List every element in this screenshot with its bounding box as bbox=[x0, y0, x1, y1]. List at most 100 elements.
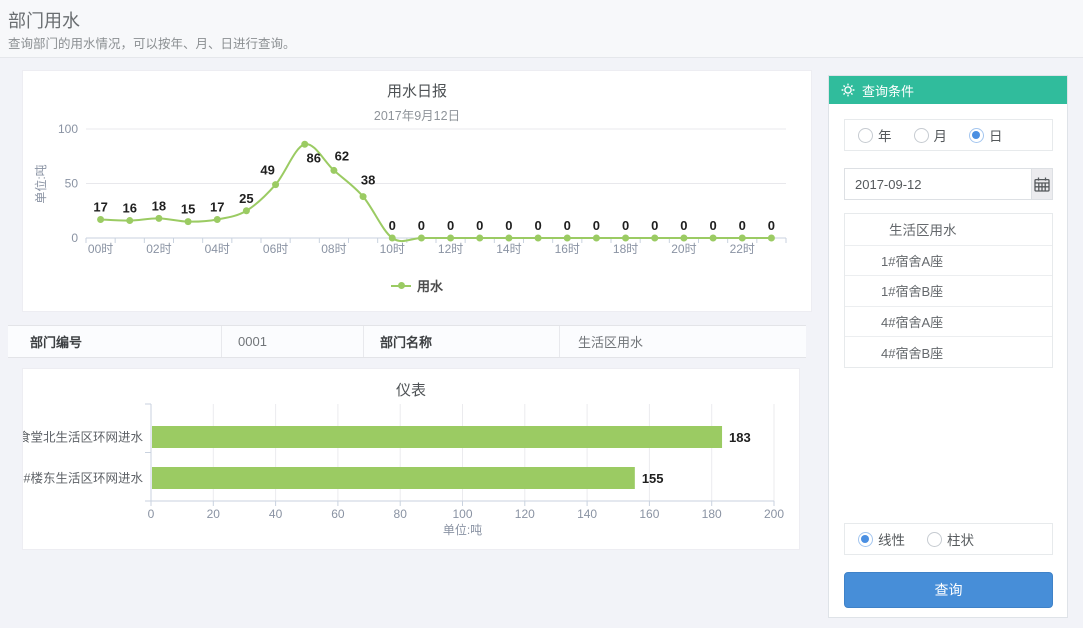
svg-text:12时: 12时 bbox=[438, 242, 463, 256]
svg-text:02时: 02时 bbox=[146, 242, 171, 256]
radio-year-label: 年 bbox=[878, 125, 892, 145]
svg-text:62: 62 bbox=[335, 148, 349, 163]
svg-text:0: 0 bbox=[651, 218, 658, 233]
tree-item-living-area[interactable]: 生活区用水 bbox=[845, 214, 1052, 245]
radio-year-circle[interactable] bbox=[858, 128, 873, 143]
svg-text:25: 25 bbox=[239, 191, 253, 206]
svg-text:食堂北生活区环网进水: 食堂北生活区环网进水 bbox=[23, 430, 143, 445]
svg-text:60: 60 bbox=[331, 507, 345, 521]
svg-text:0: 0 bbox=[680, 218, 687, 233]
radio-year[interactable]: 年 bbox=[858, 125, 892, 145]
tree-item-dorm-1b[interactable]: 1#宿舍B座 bbox=[845, 275, 1052, 306]
svg-text:38: 38 bbox=[361, 173, 375, 188]
radio-day[interactable]: 日 bbox=[969, 125, 1003, 145]
tree-item-dorm-1a[interactable]: 1#宿舍A座 bbox=[845, 245, 1052, 276]
date-input[interactable] bbox=[844, 168, 1031, 200]
svg-text:20: 20 bbox=[207, 507, 221, 521]
radio-linear-circle[interactable] bbox=[858, 532, 873, 547]
radio-day-circle[interactable] bbox=[969, 128, 984, 143]
svg-text:14时: 14时 bbox=[496, 242, 521, 256]
svg-text:18时: 18时 bbox=[613, 242, 638, 256]
svg-text:18: 18 bbox=[152, 198, 166, 213]
svg-text:15: 15 bbox=[181, 202, 195, 217]
radio-linear-label: 线性 bbox=[878, 529, 905, 549]
legend-line-marker bbox=[391, 285, 411, 287]
svg-text:20时: 20时 bbox=[671, 242, 696, 256]
svg-text:单位:吨: 单位:吨 bbox=[33, 164, 48, 203]
line-chart-title: 用水日报 bbox=[23, 80, 811, 101]
svg-text:155: 155 bbox=[642, 471, 664, 486]
page-header: 部门用水 查询部门的用水情况，可以按年、月、日进行查询。 bbox=[0, 0, 1083, 58]
svg-text:06时: 06时 bbox=[263, 242, 288, 256]
svg-text:00时: 00时 bbox=[88, 242, 113, 256]
radio-month-circle[interactable] bbox=[914, 128, 929, 143]
svg-text:0: 0 bbox=[768, 218, 775, 233]
svg-text:140: 140 bbox=[577, 507, 597, 521]
dept-name-value: 生活区用水 bbox=[560, 326, 806, 357]
department-info-table: 部门编号 0001 部门名称 生活区用水 bbox=[8, 325, 806, 358]
calendar-button[interactable] bbox=[1031, 168, 1053, 200]
svg-text:0: 0 bbox=[564, 218, 571, 233]
svg-text:0: 0 bbox=[476, 218, 483, 233]
svg-text:40: 40 bbox=[269, 507, 283, 521]
line-chart-legend[interactable]: 用水 bbox=[23, 276, 811, 295]
svg-text:22时: 22时 bbox=[730, 242, 755, 256]
svg-text:0: 0 bbox=[505, 218, 512, 233]
tree-item-dorm-4b[interactable]: 4#宿舍B座 bbox=[845, 336, 1052, 367]
radio-month-label: 月 bbox=[934, 125, 948, 145]
legend-series-label: 用水 bbox=[417, 276, 443, 295]
daily-usage-line-chart[interactable]: 0 50 100 00时 02时 04时 06时 08时 10时 12时 14时 16时 18时 20时 2… bbox=[23, 119, 813, 269]
date-picker-group bbox=[844, 168, 1053, 200]
svg-text:80: 80 bbox=[394, 507, 408, 521]
svg-text:0: 0 bbox=[593, 218, 600, 233]
radio-day-label: 日 bbox=[989, 125, 1003, 145]
svg-text:180: 180 bbox=[702, 507, 722, 521]
calendar-icon bbox=[1034, 177, 1050, 192]
page-subtitle: 查询部门的用水情况，可以按年、月、日进行查询。 bbox=[8, 33, 296, 52]
query-button[interactable]: 查询 bbox=[844, 572, 1053, 608]
tree-item-dorm-4a[interactable]: 4#宿舍A座 bbox=[845, 306, 1052, 337]
sidebar-header: 查询条件 bbox=[829, 76, 1067, 104]
radio-bar-label: 柱状 bbox=[947, 529, 974, 549]
svg-text:10时: 10时 bbox=[380, 242, 405, 256]
svg-text:49: 49 bbox=[260, 163, 274, 178]
svg-text:0: 0 bbox=[389, 218, 396, 233]
radio-month[interactable]: 月 bbox=[914, 125, 948, 145]
radio-bar-circle[interactable] bbox=[927, 532, 942, 547]
sidebar-header-label: 查询条件 bbox=[862, 81, 914, 100]
svg-text:16: 16 bbox=[123, 201, 137, 216]
department-tree-list: 生活区用水 1#宿舍A座 1#宿舍B座 4#宿舍A座 4#宿舍B座 bbox=[844, 213, 1053, 368]
period-radio-group: 年 月 日 bbox=[844, 119, 1053, 151]
svg-text:100: 100 bbox=[58, 122, 78, 136]
svg-text:120: 120 bbox=[515, 507, 535, 521]
svg-text:08时: 08时 bbox=[321, 242, 346, 256]
svg-text:50: 50 bbox=[65, 177, 79, 191]
svg-text:0: 0 bbox=[739, 218, 746, 233]
chart-type-radio-group: 线性 柱状 bbox=[844, 523, 1053, 555]
dept-name-label: 部门名称 bbox=[364, 326, 560, 357]
svg-text:#楼东生活区环网进水: #楼东生活区环网进水 bbox=[24, 471, 144, 486]
svg-text:183: 183 bbox=[729, 430, 751, 445]
svg-text:100: 100 bbox=[452, 507, 472, 521]
svg-text:0: 0 bbox=[622, 218, 629, 233]
radio-linear[interactable]: 线性 bbox=[858, 529, 905, 549]
query-conditions-sidebar: 查询条件 年 月 日 生活区用水 1#宿舍A座 1#宿舍B bbox=[828, 75, 1068, 618]
svg-text:0: 0 bbox=[148, 507, 155, 521]
svg-text:0: 0 bbox=[534, 218, 541, 233]
svg-text:86: 86 bbox=[307, 150, 321, 165]
meter-bar-chart[interactable]: 020406080100120140160180200183食堂北生活区环网进水… bbox=[23, 399, 801, 551]
meter-chart-panel: 仪表 020406080100120140160180200183食堂北生活区环… bbox=[22, 368, 800, 550]
svg-text:单位:吨: 单位:吨 bbox=[443, 522, 482, 537]
page-title: 部门用水 bbox=[8, 7, 80, 33]
svg-text:0: 0 bbox=[447, 218, 454, 233]
svg-text:17: 17 bbox=[210, 199, 224, 214]
svg-text:160: 160 bbox=[639, 507, 659, 521]
svg-text:0: 0 bbox=[71, 231, 78, 245]
radio-bar[interactable]: 柱状 bbox=[927, 529, 974, 549]
svg-text:04时: 04时 bbox=[205, 242, 230, 256]
svg-text:0: 0 bbox=[418, 218, 425, 233]
dept-code-label: 部门编号 bbox=[8, 326, 222, 357]
daily-water-chart-panel: 用水日报 2017年9月12日 05010000时02时04时06时08时10时… bbox=[22, 70, 812, 312]
svg-text:0: 0 bbox=[709, 218, 716, 233]
svg-text:16时: 16时 bbox=[555, 242, 580, 256]
